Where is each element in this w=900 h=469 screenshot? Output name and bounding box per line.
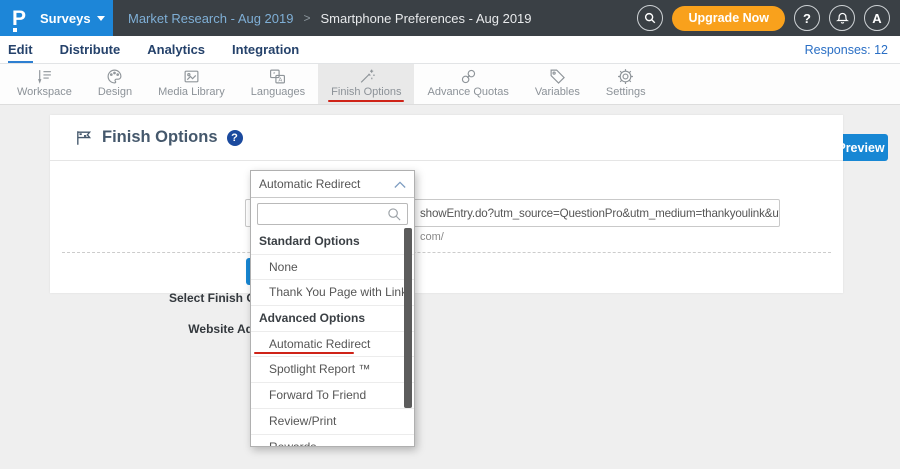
option-forward-to-friend[interactable]: Forward To Friend	[251, 383, 414, 409]
upgrade-now-button[interactable]: Upgrade Now	[672, 6, 785, 31]
logo-dot	[13, 28, 17, 32]
image-icon	[183, 68, 200, 85]
tab-analytics[interactable]: Analytics	[147, 36, 205, 64]
dropdown-scrollbar-thumb[interactable]	[404, 228, 412, 408]
workspace-list-icon	[36, 68, 53, 85]
breadcrumb: Market Research - Aug 2019 > Smartphone …	[128, 0, 532, 36]
breadcrumb-parent[interactable]: Market Research - Aug 2019	[128, 11, 293, 26]
finish-option-select[interactable]: Automatic Redirect	[251, 171, 414, 198]
toolbar-item-media-library[interactable]: Media Library	[145, 64, 238, 104]
edit-toolbar: Workspace Design Media Library *A Langua…	[0, 64, 900, 105]
finish-option-dropdown: Automatic Redirect Standard Options None…	[250, 170, 415, 447]
preview-label: Preview	[837, 141, 884, 155]
translate-icon: *A	[269, 68, 286, 85]
dropdown-search-input[interactable]	[257, 203, 408, 225]
option-group-advanced: Advanced Options	[251, 306, 414, 332]
selected-option: Automatic Redirect	[259, 177, 394, 191]
breadcrumb-current: Smartphone Preferences - Aug 2019	[321, 11, 532, 26]
help-button[interactable]: ?	[794, 5, 820, 31]
product-menu[interactable]: Surveys	[40, 11, 105, 26]
palette-icon	[106, 68, 123, 85]
title-help-icon[interactable]: ?	[227, 130, 243, 146]
toolbar-item-finish-options[interactable]: Finish Options	[318, 64, 414, 104]
dropdown-search-wrap	[251, 198, 414, 229]
search-button[interactable]	[637, 5, 663, 31]
option-automatic-redirect[interactable]: Automatic Redirect	[251, 332, 414, 358]
search-icon	[643, 11, 657, 25]
chevron-up-icon	[394, 180, 406, 189]
finish-flag-icon	[75, 129, 93, 147]
toolbar-label: Advance Quotas	[427, 86, 508, 98]
option-review-print[interactable]: Review/Print	[251, 409, 414, 435]
tab-integration[interactable]: Integration	[232, 36, 299, 64]
toolbar-item-languages[interactable]: *A Languages	[238, 64, 318, 104]
toolbar-item-variables[interactable]: Variables	[522, 64, 593, 104]
account-avatar[interactable]: A	[864, 5, 890, 31]
option-spotlight-report[interactable]: Spotlight Report ™	[251, 357, 414, 383]
dropdown-options-list: Standard Options None Thank You Page wit…	[251, 229, 414, 447]
toolbar-label: Variables	[535, 86, 580, 98]
toolbar-item-settings[interactable]: Settings	[593, 64, 659, 104]
card-header: Finish Options ?	[50, 115, 843, 161]
tab-edit[interactable]: Edit	[8, 36, 33, 64]
toolbar-item-design[interactable]: Design	[85, 64, 145, 104]
breadcrumb-separator: >	[303, 11, 310, 25]
toolbar-label: Media Library	[158, 86, 225, 98]
tabs: Edit Distribute Analytics Integration	[8, 36, 299, 64]
questionpro-logo[interactable]: P	[12, 8, 26, 29]
card-divider	[62, 252, 831, 253]
topbar-actions: Upgrade Now ? A	[637, 0, 890, 36]
chain-links-icon	[460, 68, 477, 85]
magic-wand-icon	[358, 68, 375, 85]
page-title: Finish Options	[102, 128, 218, 147]
option-none[interactable]: None	[251, 255, 414, 281]
toolbar-label: Workspace	[17, 86, 72, 98]
website-helper-text: com/	[420, 231, 444, 243]
bell-icon	[835, 11, 850, 26]
tag-icon	[549, 68, 566, 85]
product-menu-label: Surveys	[40, 11, 91, 26]
red-annotation-underline	[328, 100, 404, 103]
top-bar: P Surveys Market Research - Aug 2019 > S…	[0, 0, 900, 36]
red-annotation-underline	[254, 352, 354, 355]
brand-block: P Surveys	[0, 0, 113, 36]
toolbar-label: Languages	[251, 86, 305, 98]
toolbar-label: Settings	[606, 86, 646, 98]
gear-icon	[617, 68, 634, 85]
toolbar-label: Design	[98, 86, 132, 98]
option-rewards[interactable]: Rewards	[251, 435, 414, 448]
notifications-button[interactable]	[829, 5, 855, 31]
option-label: Automatic Redirect	[269, 337, 370, 351]
toolbar-item-advance-quotas[interactable]: Advance Quotas	[414, 64, 521, 104]
logo-letter: P	[12, 7, 26, 30]
option-thank-you-page[interactable]: Thank You Page with Link	[251, 280, 414, 306]
tab-distribute[interactable]: Distribute	[60, 36, 121, 64]
toolbar-label: Finish Options	[331, 86, 401, 98]
caret-down-icon	[97, 16, 105, 21]
tab-bar: Edit Distribute Analytics Integration Re…	[0, 36, 900, 64]
svg-text:A: A	[279, 77, 283, 83]
toolbar-items: Workspace Design Media Library *A Langua…	[4, 64, 659, 104]
responses-count[interactable]: Responses: 12	[805, 36, 888, 64]
website-address-value: showEntry.do?utm_source=QuestionPro&utm_…	[420, 207, 780, 220]
option-group-standard: Standard Options	[251, 229, 414, 255]
search-icon	[387, 207, 402, 222]
toolbar-item-workspace[interactable]: Workspace	[4, 64, 85, 104]
